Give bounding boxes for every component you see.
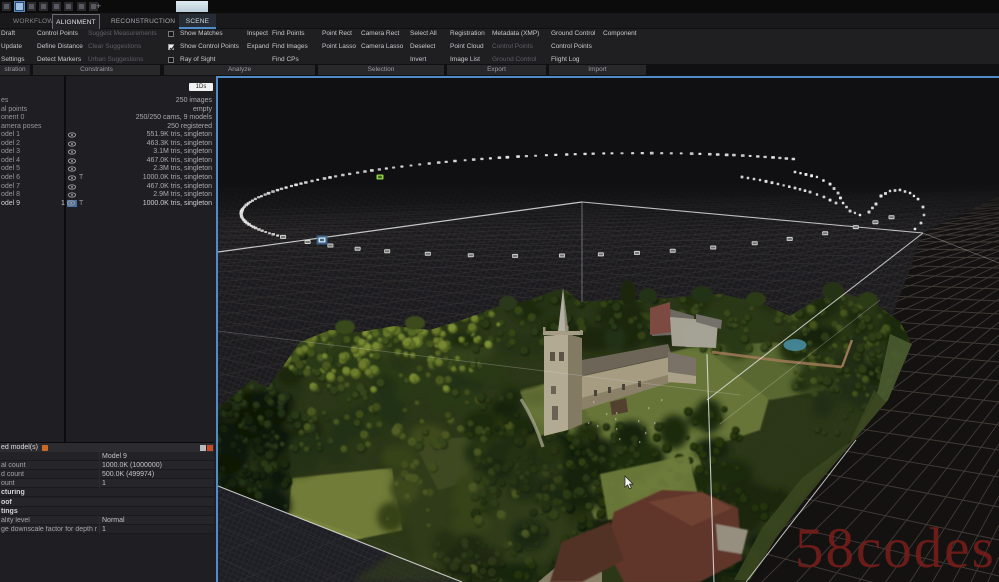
svg-text:58codes: 58codes	[795, 517, 996, 580]
